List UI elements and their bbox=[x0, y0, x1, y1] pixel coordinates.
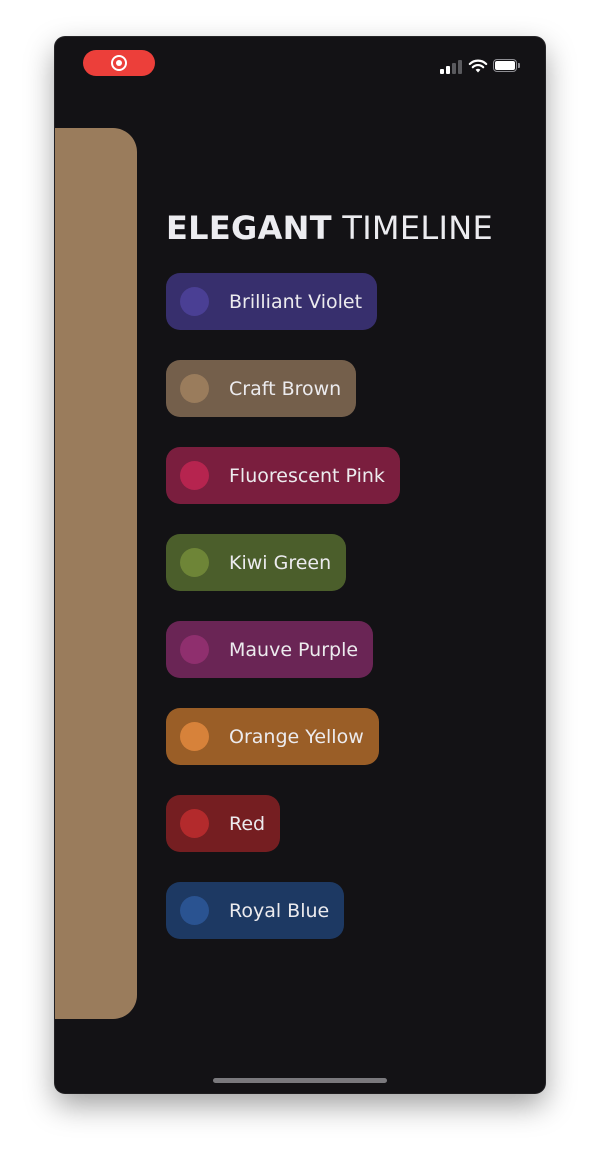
color-swatch bbox=[180, 722, 209, 751]
device-screen: ELEGANT TIMELINE Brilliant Violet Craft … bbox=[55, 37, 545, 1093]
status-bar bbox=[55, 37, 545, 97]
battery-icon bbox=[493, 59, 522, 74]
color-swatch bbox=[180, 809, 209, 838]
color-label: Mauve Purple bbox=[229, 638, 359, 661]
side-card[interactable] bbox=[55, 128, 137, 1019]
color-chip-mauve-purple[interactable]: Mauve Purple bbox=[166, 621, 374, 678]
color-label: Orange Yellow bbox=[229, 725, 364, 748]
wifi-icon bbox=[468, 59, 488, 73]
color-chip-brilliant-violet[interactable]: Brilliant Violet bbox=[166, 273, 378, 330]
color-chip-fluorescent-pink[interactable]: Fluorescent Pink bbox=[166, 447, 400, 504]
color-label: Royal Blue bbox=[229, 899, 330, 922]
color-label: Red bbox=[229, 812, 266, 835]
color-swatch bbox=[180, 374, 209, 403]
color-swatch bbox=[180, 287, 209, 316]
title-bold: ELEGANT bbox=[166, 209, 332, 247]
color-swatch bbox=[180, 548, 209, 577]
color-chip-craft-brown[interactable]: Craft Brown bbox=[166, 360, 357, 417]
color-swatch bbox=[180, 896, 209, 925]
color-label: Fluorescent Pink bbox=[229, 464, 385, 487]
home-indicator[interactable] bbox=[213, 1078, 387, 1083]
cellular-signal-icon bbox=[440, 60, 462, 74]
color-swatch bbox=[180, 461, 209, 490]
color-chip-red[interactable]: Red bbox=[166, 795, 281, 852]
color-chip-kiwi-green[interactable]: Kiwi Green bbox=[166, 534, 347, 591]
color-label: Brilliant Violet bbox=[229, 290, 363, 313]
screen-record-icon bbox=[111, 55, 127, 71]
color-label: Kiwi Green bbox=[229, 551, 332, 574]
color-swatch bbox=[180, 635, 209, 664]
color-chip-orange-yellow[interactable]: Orange Yellow bbox=[166, 708, 379, 765]
color-label: Craft Brown bbox=[229, 377, 342, 400]
page-title: ELEGANT TIMELINE bbox=[166, 209, 493, 247]
title-light: TIMELINE bbox=[342, 209, 493, 247]
screen-record-indicator[interactable] bbox=[83, 50, 155, 76]
color-chip-royal-blue[interactable]: Royal Blue bbox=[166, 882, 345, 939]
